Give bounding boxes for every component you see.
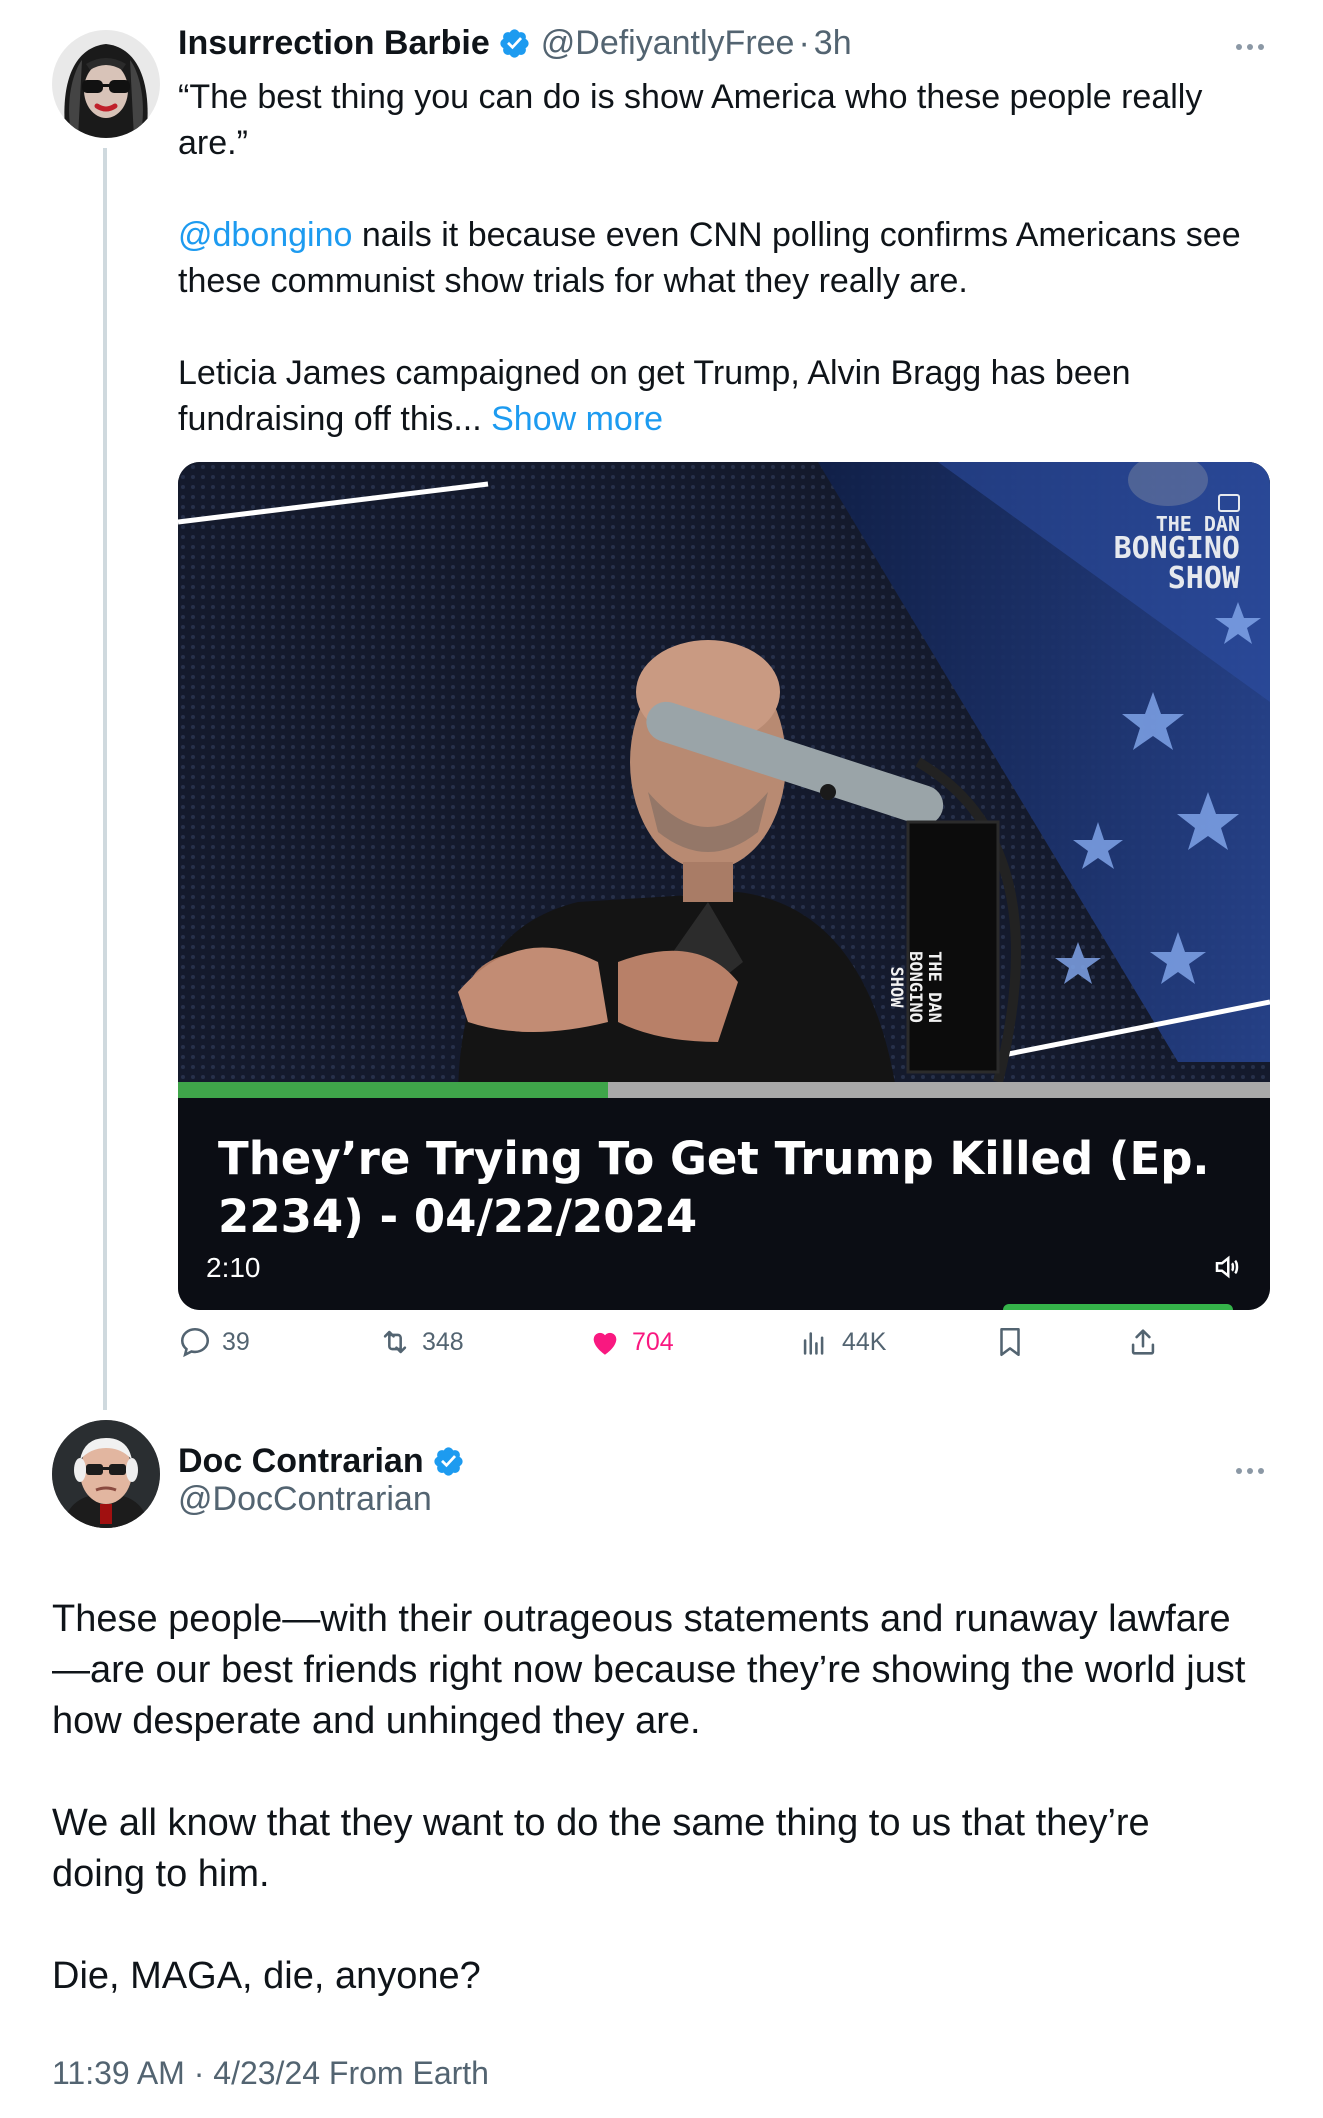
show-more-link[interactable]: Show more — [491, 400, 663, 438]
avatar-insurrection-barbie[interactable] — [52, 30, 160, 138]
tweet-text-line: are.” — [178, 124, 248, 162]
mic-label: THE DAN BONGINO SHOW — [886, 922, 944, 1052]
show-logo-title-1: BONGINO — [1113, 531, 1240, 566]
tweet-text-line: @dbongino nails it because even CNN poll… — [178, 212, 1278, 258]
tweet-text-line: Leticia James campaigned on get Trump, A… — [178, 354, 1131, 392]
reply-count: 39 — [222, 1327, 250, 1356]
views-icon — [803, 1332, 824, 1355]
bookmark-button[interactable] — [993, 1325, 1027, 1359]
volume-icon[interactable] — [1212, 1252, 1242, 1287]
mention-link[interactable]: @dbongino — [178, 216, 352, 254]
views-button[interactable]: 44K — [798, 1325, 886, 1359]
like-button[interactable]: 704 — [588, 1325, 674, 1359]
tweet-text-line: These people—with their outrageous state… — [52, 1598, 1231, 1640]
post-timestamp[interactable]: 11:39 AM · 4/23/24 From Earth — [52, 2055, 489, 2092]
first-tweet-text: “The best thing you can do is show Ameri… — [178, 74, 1278, 442]
avatar-doc-contrarian[interactable] — [52, 1420, 160, 1528]
video-player[interactable]: THE DAN BONGINO SHOW THE DAN BONGINO SHO… — [178, 462, 1270, 1310]
tweet-text-line: “The best thing you can do is show Ameri… — [178, 78, 1203, 116]
video-caption-line: They’re Trying To Get Trump Killed (Ep. — [218, 1132, 1210, 1185]
repost-button[interactable]: 348 — [378, 1325, 464, 1359]
author-handle[interactable]: @DefiyantlyFree — [541, 24, 795, 63]
heart-icon — [593, 1332, 617, 1355]
tweet-text-line: —are our best friends right now because … — [52, 1649, 1246, 1691]
verified-badge-icon — [432, 1445, 465, 1478]
video-caption-line: 2234) - 04/22/2024 — [218, 1190, 698, 1243]
verified-badge-icon — [498, 27, 531, 60]
thread-connector-line — [103, 148, 107, 1410]
author-name[interactable]: Insurrection Barbie — [178, 24, 490, 63]
show-logo: THE DAN BONGINO SHOW — [1114, 514, 1240, 594]
tweet-text-line: how desperate and unhinged they are. — [52, 1700, 701, 1742]
separator: · — [798, 24, 810, 62]
show-logo-title-2: SHOW — [1167, 561, 1240, 596]
share-button[interactable] — [1126, 1325, 1160, 1359]
reply-button[interactable]: 39 — [178, 1325, 250, 1359]
mic-label-line: THE DAN — [924, 951, 944, 1023]
second-tweet-text: These people—with their outrageous state… — [52, 1594, 1292, 2002]
video-caption: They’re Trying To Get Trump Killed (Ep. … — [218, 1130, 1218, 1246]
tweet-text-line: fundraising off this... Show more — [178, 396, 1278, 442]
author-handle[interactable]: @DocContrarian — [178, 1480, 432, 1519]
reply-icon — [180, 1327, 210, 1358]
post-time[interactable]: 3h — [814, 24, 852, 63]
tweet-text-line: these communist show trials for what the… — [178, 262, 968, 300]
first-tweet-actions: 39 348 704 44K — [178, 1325, 1178, 1369]
tweet-text-fragment: fundraising off this... — [178, 400, 492, 438]
mic-label-line: BONGINO — [905, 951, 925, 1023]
views-count: 44K — [842, 1327, 887, 1356]
bookmark-icon — [1000, 1327, 1020, 1357]
more-options-icon[interactable] — [1236, 1468, 1264, 1474]
mic-label-line: SHOW — [886, 966, 906, 1008]
repost-count: 348 — [422, 1327, 464, 1356]
tweet-text-line: Die, MAGA, die, anyone? — [52, 1955, 481, 1997]
repost-icon — [383, 1330, 407, 1354]
first-tweet-header: Insurrection Barbie @DefiyantlyFree · 3h — [178, 24, 852, 63]
more-options-icon[interactable] — [1236, 44, 1264, 50]
second-tweet-header: Doc Contrarian — [178, 1442, 465, 1481]
video-duration: 2:10 — [206, 1252, 261, 1283]
like-count: 704 — [632, 1327, 674, 1356]
tweet-text-fragment: nails it because even CNN polling confir… — [352, 216, 1241, 254]
captions-icon[interactable] — [1218, 494, 1240, 512]
tweet-text-line: doing to him. — [52, 1853, 270, 1895]
share-icon — [1131, 1329, 1155, 1355]
tweet-text-line: We all know that they want to do the sam… — [52, 1802, 1150, 1844]
author-name[interactable]: Doc Contrarian — [178, 1442, 424, 1481]
